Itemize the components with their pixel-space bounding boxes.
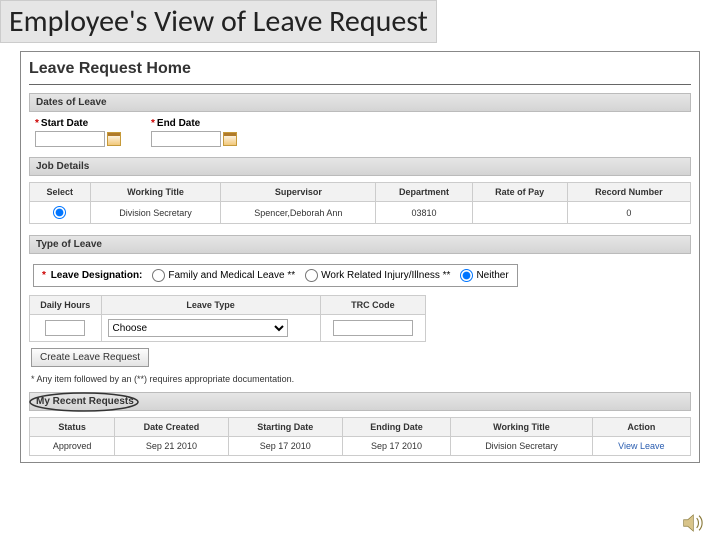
section-type-of-leave: Type of Leave — [29, 235, 691, 254]
start-date-field: *Start Date — [35, 118, 121, 147]
table-row: Approved Sep 21 2010 Sep 17 2010 Sep 17 … — [30, 437, 691, 456]
col-daily-hours: Daily Hours — [30, 296, 102, 315]
col-record-number: Record Number — [567, 183, 690, 202]
app-panel: Leave Request Home Dates of Leave *Start… — [20, 51, 700, 463]
job-select-radio[interactable] — [53, 206, 66, 219]
required-star-icon: * — [35, 118, 39, 129]
radio-neither[interactable] — [460, 269, 473, 282]
cell-starting-date: Sep 17 2010 — [228, 437, 342, 456]
end-date-input[interactable] — [151, 131, 221, 147]
divider — [29, 84, 691, 85]
radio-neither-label[interactable]: Neither — [460, 269, 508, 282]
documentation-footnote: * Any item followed by an (**) requires … — [31, 374, 691, 384]
leave-type-select[interactable]: Choose — [108, 319, 288, 337]
leave-designation-group: * Leave Designation: Family and Medical … — [33, 264, 518, 287]
cell-record-number: 0 — [567, 202, 690, 224]
cell-date-created: Sep 21 2010 — [115, 437, 228, 456]
table-row: Division Secretary Spencer,Deborah Ann 0… — [30, 202, 691, 224]
col-ending-date: Ending Date — [342, 418, 450, 437]
cell-status: Approved — [30, 437, 115, 456]
create-leave-request-button[interactable]: Create Leave Request — [31, 348, 149, 367]
calendar-icon[interactable] — [223, 132, 237, 146]
end-date-field: *End Date — [151, 118, 237, 147]
page-title: Leave Request Home — [29, 60, 691, 78]
trc-code-input[interactable] — [333, 320, 413, 336]
end-date-label: *End Date — [151, 118, 237, 129]
col-trc-code: TRC Code — [320, 296, 426, 315]
cell-rate-of-pay — [472, 202, 567, 224]
leave-type-table: Daily Hours Leave Type TRC Code Choose — [29, 295, 426, 342]
required-star-icon: * — [42, 270, 46, 281]
col-leave-type: Leave Type — [101, 296, 320, 315]
table-header-row: Select Working Title Supervisor Departme… — [30, 183, 691, 202]
radio-work-injury[interactable] — [305, 269, 318, 282]
cell-working-title: Division Secretary — [90, 202, 221, 224]
col-action: Action — [592, 418, 690, 437]
start-date-label: *Start Date — [35, 118, 121, 129]
table-header-row: Status Date Created Starting Date Ending… — [30, 418, 691, 437]
recent-requests-table: Status Date Created Starting Date Ending… — [29, 417, 691, 456]
start-date-input[interactable] — [35, 131, 105, 147]
slide-title: Employee's View of Leave Request — [0, 0, 437, 43]
col-supervisor: Supervisor — [221, 183, 376, 202]
cell-department: 03810 — [376, 202, 472, 224]
radio-fmla[interactable] — [152, 269, 165, 282]
radio-fmla-label[interactable]: Family and Medical Leave ** — [152, 269, 295, 282]
cell-ending-date: Sep 17 2010 — [342, 437, 450, 456]
daily-hours-input[interactable] — [45, 320, 85, 336]
section-job-details: Job Details — [29, 157, 691, 176]
section-dates-of-leave: Dates of Leave — [29, 93, 691, 112]
col-department: Department — [376, 183, 472, 202]
cell-working-title: Division Secretary — [451, 437, 593, 456]
job-details-table: Select Working Title Supervisor Departme… — [29, 182, 691, 224]
required-star-icon: * — [151, 118, 155, 129]
view-leave-link[interactable]: View Leave — [618, 441, 664, 451]
leave-designation-label: * Leave Designation: — [42, 270, 142, 281]
col-rate-of-pay: Rate of Pay — [472, 183, 567, 202]
cell-supervisor: Spencer,Deborah Ann — [221, 202, 376, 224]
table-row: Choose — [30, 315, 426, 342]
calendar-icon[interactable] — [107, 132, 121, 146]
col-working-title: Working Title — [451, 418, 593, 437]
col-starting-date: Starting Date — [228, 418, 342, 437]
table-header-row: Daily Hours Leave Type TRC Code — [30, 296, 426, 315]
section-my-recent-requests: My Recent Requests — [29, 392, 691, 411]
col-working-title: Working Title — [90, 183, 221, 202]
col-select: Select — [30, 183, 91, 202]
col-status: Status — [30, 418, 115, 437]
col-date-created: Date Created — [115, 418, 228, 437]
audio-speaker-icon[interactable] — [682, 512, 708, 534]
radio-work-injury-label[interactable]: Work Related Injury/Illness ** — [305, 269, 450, 282]
